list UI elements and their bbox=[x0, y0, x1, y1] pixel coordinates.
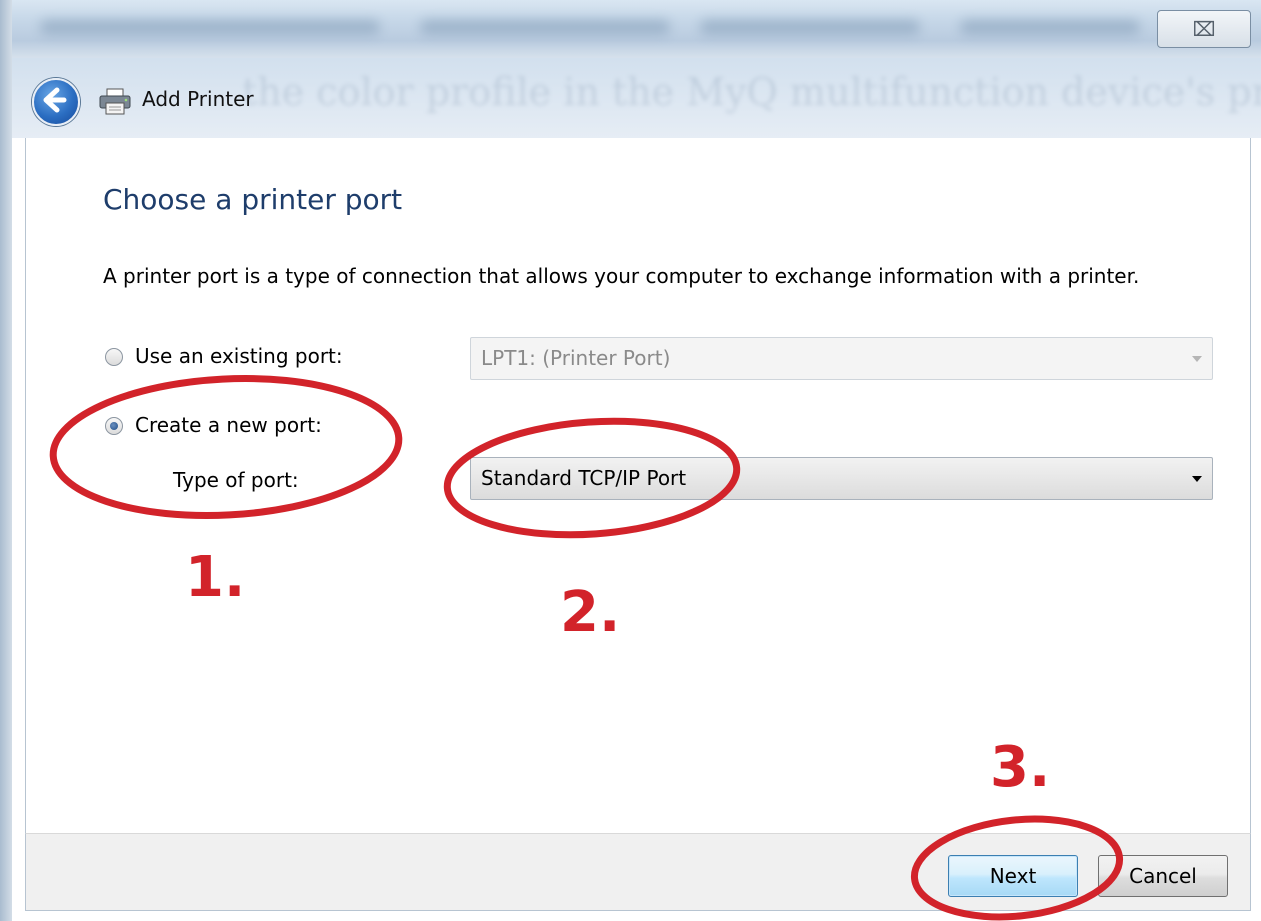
new-port-label: Create a new port: bbox=[135, 413, 322, 437]
port-type-select[interactable]: Standard TCP/IP Port bbox=[470, 457, 1213, 500]
next-button[interactable]: Next bbox=[948, 855, 1078, 897]
close-icon: ⌧ bbox=[1192, 17, 1216, 41]
back-arrow-icon bbox=[43, 87, 67, 113]
page-description: A printer port is a type of connection t… bbox=[103, 264, 1140, 288]
cancel-button[interactable]: Cancel bbox=[1098, 855, 1228, 897]
chevron-down-icon bbox=[1192, 476, 1202, 482]
window-titlebar: ⌧ bbox=[0, 0, 1261, 58]
port-type-label: Type of port: bbox=[173, 468, 299, 492]
wizard-navbar: the color profile in the MyQ multifuncti… bbox=[12, 58, 1261, 138]
annotation-step1: 1. bbox=[185, 545, 246, 610]
existing-port-label: Use an existing port: bbox=[135, 344, 343, 368]
printer-icon bbox=[99, 88, 131, 115]
page-title: Choose a printer port bbox=[103, 183, 403, 216]
annotation-step3: 3. bbox=[990, 735, 1051, 800]
existing-port-select: LPT1: (Printer Port) bbox=[470, 337, 1213, 380]
existing-port-select-value: LPT1: (Printer Port) bbox=[481, 346, 671, 370]
back-button[interactable] bbox=[32, 78, 80, 126]
close-button[interactable]: ⌧ bbox=[1157, 10, 1251, 48]
new-port-radio[interactable] bbox=[105, 417, 123, 435]
existing-port-radio[interactable] bbox=[105, 348, 123, 366]
background-ghost-text: the color profile in the MyQ multifuncti… bbox=[242, 70, 1261, 114]
annotation-step2: 2. bbox=[560, 580, 621, 645]
window-left-edge bbox=[0, 0, 12, 921]
chevron-down-icon bbox=[1192, 356, 1202, 362]
window-title: Add Printer bbox=[142, 87, 254, 111]
port-type-select-value: Standard TCP/IP Port bbox=[481, 466, 687, 490]
